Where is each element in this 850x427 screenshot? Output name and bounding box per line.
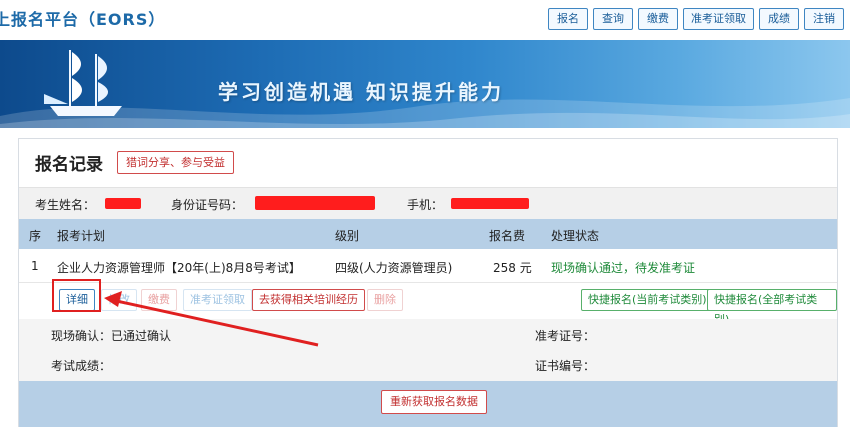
ticket-number-label: 准考证号： bbox=[535, 329, 596, 343]
col-index: 序 bbox=[29, 229, 42, 243]
refresh-button[interactable]: 重新获取报名数据 bbox=[381, 390, 487, 414]
main-nav: 报名 查询 缴费 准考证领取 成绩 注销 bbox=[548, 8, 844, 30]
training-button[interactable]: 去获得相关培训经历 bbox=[252, 289, 365, 311]
table-row: 1 企业人力资源管理师【20年(上)8月8号考试】 四级(人力资源管理员) 25… bbox=[19, 249, 837, 283]
candidate-info-row: 考生姓名： 身份证号码： 手机： bbox=[19, 187, 837, 219]
nav-score-button[interactable]: 成绩 bbox=[759, 8, 799, 30]
name-redaction bbox=[105, 198, 141, 209]
registration-panel: 报名记录 猎词分享、参与受益 考生姓名： 身份证号码： 手机： 序 报考计划 级… bbox=[18, 138, 838, 427]
row-index: 1 bbox=[31, 259, 39, 273]
cert-number-label: 证书编号： bbox=[535, 359, 596, 373]
quick-register-all-button[interactable]: 快捷报名(全部考试类别) bbox=[707, 289, 837, 326]
nav-pay-button[interactable]: 缴费 bbox=[638, 8, 678, 30]
ticket-button[interactable]: 准考证领取 bbox=[183, 289, 252, 311]
col-plan: 报考计划 bbox=[57, 229, 106, 243]
row-status: 现场确认通过，待发准考证 bbox=[551, 261, 696, 275]
row-plan: 企业人力资源管理师【20年(上)8月8号考试】 bbox=[57, 261, 301, 275]
nav-logout-button[interactable]: 注销 bbox=[804, 8, 844, 30]
pay-button[interactable]: 缴费 bbox=[141, 289, 177, 311]
col-status: 处理状态 bbox=[551, 229, 600, 243]
detail-area: 现场确认：已通过确认 准考证号： 考试成绩： 证书编号： bbox=[19, 319, 837, 381]
col-level: 级别 bbox=[335, 229, 360, 243]
score-label: 考试成绩： bbox=[51, 359, 112, 373]
top-bar: 上报名平台（EORS） 报名 查询 缴费 准考证领取 成绩 注销 bbox=[0, 0, 850, 40]
banner-slogan: 学习创造机遇 知识提升能力 bbox=[218, 80, 504, 104]
nav-register-button[interactable]: 报名 bbox=[548, 8, 588, 30]
share-button[interactable]: 猎词分享、参与受益 bbox=[117, 151, 234, 174]
delete-button[interactable]: 删除 bbox=[367, 289, 403, 311]
nav-query-button[interactable]: 查询 bbox=[593, 8, 633, 30]
col-fee: 报名费 bbox=[489, 229, 526, 243]
site-title: 上报名平台（EORS） bbox=[0, 10, 166, 29]
confirm-status: 现场确认：已通过确认 bbox=[51, 329, 172, 343]
banner: 学习创造机遇 知识提升能力 bbox=[0, 40, 850, 128]
phone-label: 手机： bbox=[407, 198, 444, 212]
nav-ticket-button[interactable]: 准考证领取 bbox=[683, 8, 754, 30]
name-label: 考生姓名： bbox=[35, 198, 96, 212]
detail-highlight-box bbox=[52, 279, 101, 312]
page-title: 报名记录 bbox=[35, 155, 103, 175]
quick-register-current-button[interactable]: 快捷报名(当前考试类别) bbox=[581, 289, 714, 311]
panel-header: 报名记录 猎词分享、参与受益 bbox=[19, 139, 837, 181]
row-actions: 详细 修改 缴费 准考证领取 去获得相关培训经历 删除 快捷报名(当前考试类别)… bbox=[19, 283, 837, 326]
id-label: 身份证号码： bbox=[171, 198, 244, 212]
edit-button[interactable]: 修改 bbox=[101, 289, 137, 311]
id-redaction bbox=[255, 196, 375, 210]
table-header: 序 报考计划 级别 报名费 处理状态 bbox=[19, 219, 837, 249]
row-level: 四级(人力资源管理员) bbox=[335, 261, 453, 275]
bottom-bar: 重新获取报名数据 bbox=[19, 381, 837, 427]
phone-redaction bbox=[451, 198, 529, 209]
row-fee: 258 元 bbox=[493, 261, 532, 275]
ship-logo-icon bbox=[44, 50, 122, 116]
